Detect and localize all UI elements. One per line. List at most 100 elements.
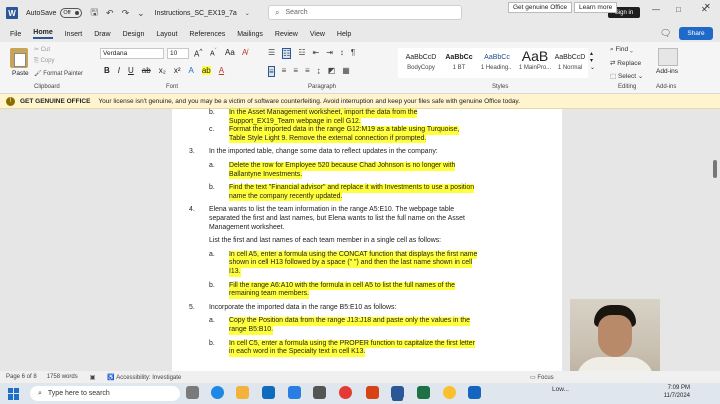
add-ins-button[interactable]: Add-ins [656,68,678,75]
weather-widget[interactable]: Low... [552,386,569,393]
task-view-icon[interactable] [186,386,199,399]
text-effects-icon[interactable]: A [188,66,193,75]
edge-icon[interactable] [211,386,224,399]
vertical-scrollbar[interactable] [712,109,720,371]
taskbar-clock[interactable]: 7:09 PM 11/7/2024 [660,384,690,400]
customize-toolbar-icon[interactable]: ⌄ [137,8,145,19]
document-line: remaining team members. [229,290,310,299]
search-input[interactable]: ⌕ Search [268,5,462,20]
highlight-color-icon[interactable]: ab [201,66,211,75]
shading-icon[interactable]: ◩ [328,66,336,77]
accessibility-status[interactable]: ♿ Accessibility: Investigate [107,374,181,381]
grow-font-icon[interactable]: A^ [194,48,202,59]
word-taskbar-icon[interactable] [391,386,404,399]
camera-icon[interactable] [313,386,326,399]
share-button[interactable]: Share [679,27,713,40]
bullets-icon[interactable]: ☰ [268,48,275,59]
find-button[interactable]: ⌕ Find ⌄ [610,46,633,54]
autosave-toggle[interactable]: Off [60,8,83,18]
cut-button[interactable]: ✂ Cut [34,46,50,53]
paste-icon[interactable] [10,48,28,68]
focus-button[interactable]: ▭ Focus [530,374,554,381]
sort-icon[interactable]: ↕ [340,48,344,59]
minimize-button[interactable]: — [652,5,660,14]
paste-button[interactable]: Paste [12,70,29,77]
multilevel-list-icon[interactable]: ☳ [298,48,305,59]
windows-start-icon[interactable] [8,387,20,400]
strikethrough-icon[interactable]: ab [142,66,151,75]
document-line: I13. [229,268,241,277]
font-group-label: Font [166,84,179,90]
bold-icon[interactable]: B [104,66,110,75]
tab-review[interactable]: Review [275,31,298,38]
store-icon[interactable] [262,386,275,399]
learn-more-button[interactable]: Learn more [574,2,618,13]
tab-draw[interactable]: Draw [94,31,110,38]
font-color-icon[interactable]: A [219,66,224,75]
document-line: Support_EX19_Team webpage in cell G12. [229,117,361,127]
tab-insert[interactable]: Insert [65,31,83,38]
italic-icon[interactable]: I [118,66,120,75]
warning-icon: ! [6,96,15,106]
font-size-select[interactable]: 10 [167,48,189,59]
justify-icon[interactable]: ≡ [305,66,310,77]
borders-icon[interactable]: ▦ [342,66,350,77]
scrollbar-thumb[interactable] [713,160,717,178]
tab-help[interactable]: Help [337,31,351,38]
select-button[interactable]: ⬚ Select ⌄ [610,72,643,80]
increase-indent-icon[interactable]: ⇥ [326,48,333,59]
style-1-normal[interactable]: AaBbCcD 1 Normal [552,48,588,78]
line-spacing-icon[interactable]: ↨ [317,66,321,77]
font-format-row: B I U ab x₂ x² A ab A [104,66,224,75]
page-count[interactable]: Page 6 of 8 [6,374,37,380]
maximize-button[interactable]: □ [676,5,681,14]
tab-view[interactable]: View [310,31,325,38]
chrome-icon[interactable] [443,386,456,399]
show-formatting-icon[interactable]: ¶ [351,48,355,59]
copy-button[interactable]: ⎘ Copy [34,58,54,65]
replace-button[interactable]: ⇄ Replace [610,59,641,67]
paragraph-group-label: Paragraph [308,84,337,90]
undo-icon[interactable]: ↶ [106,8,114,19]
tab-references[interactable]: References [189,31,225,38]
document-page[interactable]: b. In the Asset Management worksheet, imp… [172,109,562,371]
document-line: shown in cell H13 followed by a space ("… [229,259,473,268]
format-painter-button[interactable]: 🖌 Format Painter [34,70,83,77]
numbering-icon[interactable]: ☷ [282,48,292,59]
comments-icon[interactable]: 🗨 [660,28,671,39]
tab-layout[interactable]: Layout [156,31,177,38]
get-genuine-office-button[interactable]: Get genuine Office [508,2,573,13]
document-line: In cell C5, enter a formula using the PR… [229,339,475,349]
office-icon[interactable] [366,386,379,399]
add-ins-icon[interactable] [658,48,678,66]
filename-dropdown-icon[interactable]: ⌄ [245,10,250,17]
mail-icon[interactable] [288,386,301,399]
file-explorer-icon[interactable] [236,386,249,399]
add-ins-group-label: Add-ins [656,84,677,90]
tab-home[interactable]: Home [33,29,53,39]
clear-formatting-icon[interactable]: A̸ [242,48,247,57]
redo-icon[interactable]: ↷ [122,8,130,19]
align-left-icon[interactable]: ≡ [268,66,275,77]
align-right-icon[interactable]: ≡ [293,66,298,77]
decrease-indent-icon[interactable]: ⇤ [313,48,320,59]
superscript-icon[interactable]: x² [174,66,181,75]
tab-file[interactable]: File [10,31,21,38]
tab-mailings[interactable]: Mailings [237,31,263,38]
word-count[interactable]: 1758 words [47,374,78,380]
change-case-icon[interactable]: Aa [225,48,235,57]
opera-icon[interactable] [339,386,352,399]
excel-taskbar-icon[interactable] [417,386,430,399]
styles-scroll-icon[interactable]: ▴ ▾ ⌄ [590,50,595,71]
underline-icon[interactable]: U [128,66,134,75]
save-icon[interactable]: 🖫 [90,5,98,21]
shrink-font-icon[interactable]: Aˇ [210,48,217,57]
subscript-icon[interactable]: x₂ [159,66,166,75]
vscode-icon[interactable] [468,386,481,399]
font-name-select[interactable]: Verdana [100,48,164,59]
warning-close-icon[interactable]: ✕ [704,2,711,11]
proofing-icon[interactable]: ▣ [90,374,96,381]
align-center-icon[interactable]: ≡ [282,66,287,77]
taskbar-search-input[interactable]: ⌕ Type here to search [30,386,180,401]
tab-design[interactable]: Design [123,31,145,38]
